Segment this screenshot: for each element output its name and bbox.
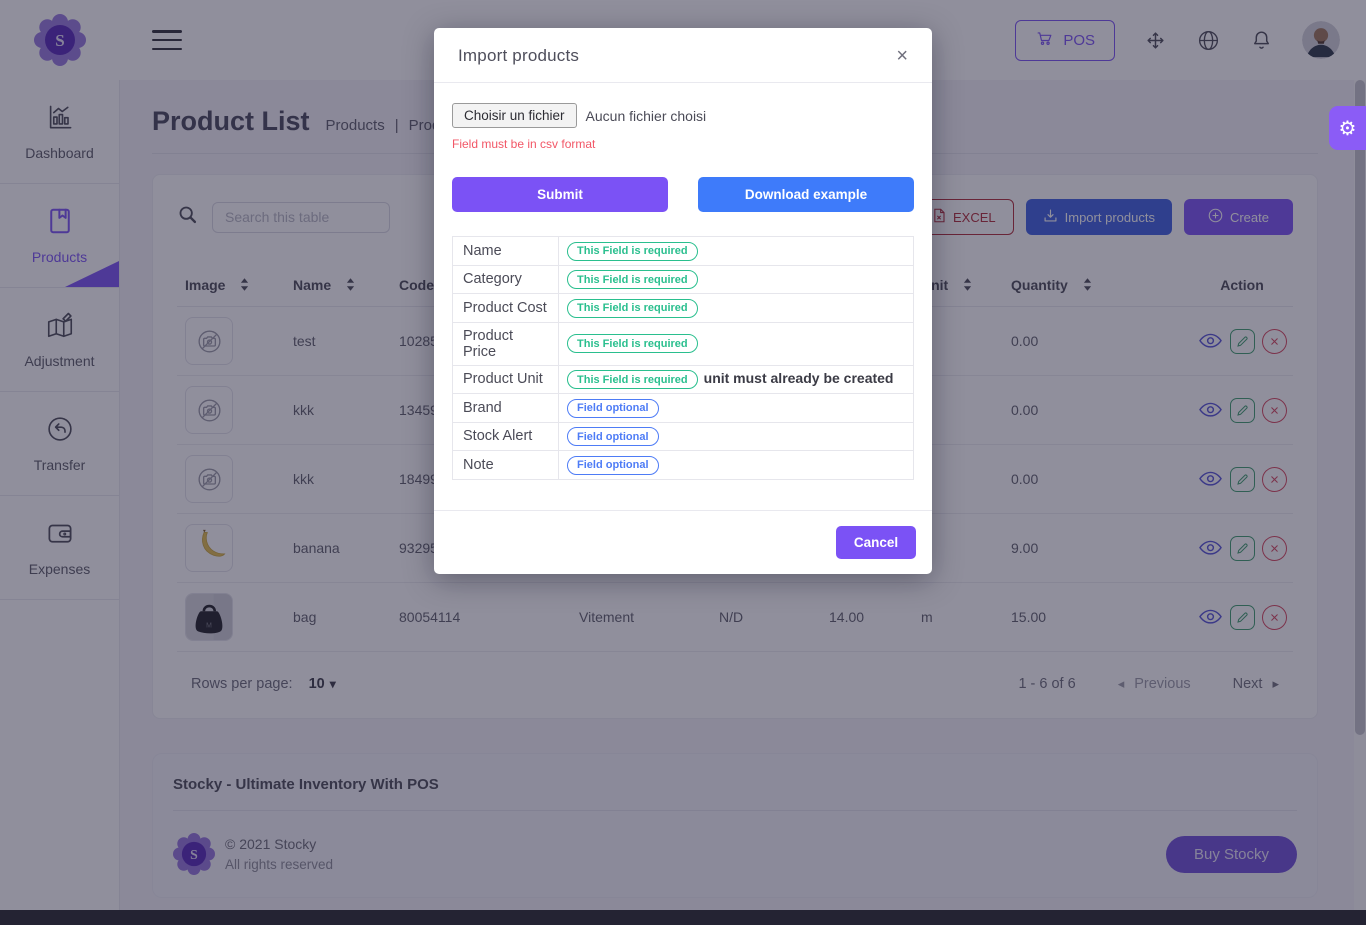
required-badge: This Field is required [567, 334, 698, 353]
optional-badge: Field optional [567, 427, 659, 446]
file-input[interactable]: Choisir un fichier Aucun fichier choisi [452, 103, 914, 128]
csv-format-hint: Field must be in csv format [452, 137, 914, 151]
optional-badge: Field optional [567, 399, 659, 418]
field-row-note: Note Field optional [453, 451, 914, 480]
optional-badge: Field optional [567, 456, 659, 475]
required-badge: This Field is required [567, 242, 698, 261]
download-example-button[interactable]: Download example [698, 177, 914, 212]
field-row-product-price: Product Price This Field is required [453, 322, 914, 365]
field-row-name: Name This Field is required [453, 237, 914, 266]
field-row-brand: Brand Field optional [453, 394, 914, 423]
import-fields-table: Name This Field is required Category Thi… [452, 236, 914, 480]
required-badge: This Field is required [567, 299, 698, 318]
field-row-category: Category This Field is required [453, 265, 914, 294]
import-products-modal: Import products × Choisir un fichier Auc… [434, 28, 932, 574]
choose-file-button[interactable]: Choisir un fichier [452, 103, 577, 128]
field-row-stock-alert: Stock Alert Field optional [453, 422, 914, 451]
unit-note: unit must already be created [704, 370, 894, 386]
required-badge: This Field is required [567, 270, 698, 289]
field-row-product-unit: Product Unit This Field is requiredunit … [453, 365, 914, 394]
cancel-button[interactable]: Cancel [836, 526, 916, 559]
close-icon[interactable]: × [896, 46, 908, 66]
file-status-text: Aucun fichier choisi [586, 108, 707, 124]
modal-title: Import products [458, 46, 579, 66]
settings-gear-icon[interactable]: ⚙ [1329, 106, 1366, 150]
required-badge: This Field is required [567, 370, 698, 389]
submit-button[interactable]: Submit [452, 177, 668, 212]
field-row-product-cost: Product Cost This Field is required [453, 294, 914, 323]
